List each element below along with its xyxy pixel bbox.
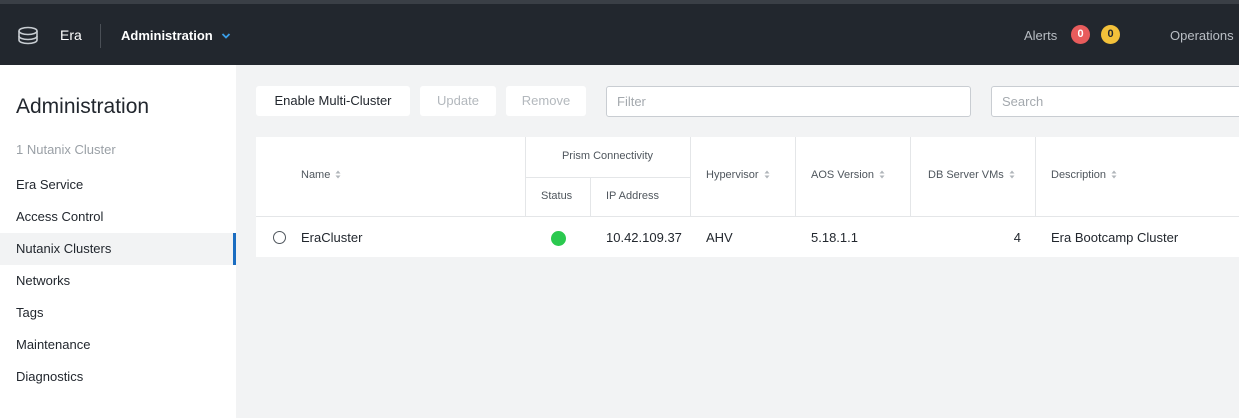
sort-icon[interactable] — [1111, 170, 1117, 179]
column-header-hypervisor[interactable]: Hypervisor — [706, 169, 770, 181]
col-divider — [1035, 137, 1036, 216]
header-bottom-divider — [256, 216, 1239, 217]
column-header-db-server-vms-label: DB Server VMs — [928, 169, 1004, 181]
sidebar-item-tags[interactable]: Tags — [0, 297, 236, 329]
app-name[interactable]: Era — [60, 27, 82, 43]
col-divider — [590, 177, 591, 216]
prism-connectivity-group-header: Prism Connectivity — [561, 150, 654, 162]
cluster-name: EraCluster — [301, 230, 363, 245]
cluster-db-server-vms: 4 — [1013, 230, 1021, 245]
sidebar-item-networks[interactable]: Networks — [0, 265, 236, 297]
cluster-hypervisor: AHV — [706, 230, 733, 245]
col-divider — [795, 137, 796, 216]
cluster-description: Era Bootcamp Cluster — [1051, 230, 1179, 245]
col-divider — [910, 137, 911, 216]
alerts-label[interactable]: Alerts — [1024, 28, 1057, 43]
column-header-name[interactable]: Name — [301, 169, 341, 181]
cluster-ip-address: 10.42.109.37 — [606, 230, 682, 245]
era-logo-icon[interactable] — [17, 25, 39, 47]
sort-icon[interactable] — [1009, 170, 1015, 179]
sidebar-item-nutanix-clusters[interactable]: Nutanix Clusters — [0, 233, 236, 265]
operations-link[interactable]: Operations — [1170, 28, 1234, 43]
sidebar-item-access-control[interactable]: Access Control — [0, 201, 236, 233]
filter-input[interactable] — [606, 86, 971, 117]
update-button[interactable]: Update — [420, 86, 496, 116]
critical-alerts-badge[interactable]: 0 — [1071, 25, 1090, 44]
admin-menu-title[interactable]: Administration — [121, 28, 213, 43]
column-header-name-label: Name — [301, 169, 331, 181]
search-input[interactable] — [991, 86, 1239, 117]
remove-button[interactable]: Remove — [506, 86, 586, 116]
column-header-description-label: Description — [1051, 169, 1107, 181]
cluster-aos-version: 5.18.1.1 — [811, 230, 858, 245]
enable-multi-cluster-button[interactable]: Enable Multi-Cluster — [256, 86, 410, 116]
column-header-db-server-vms[interactable]: DB Server VMs — [928, 169, 1015, 181]
column-header-description[interactable]: Description — [1051, 169, 1117, 181]
sort-icon[interactable] — [879, 170, 885, 179]
row-select-radio[interactable] — [273, 231, 286, 244]
column-header-status: Status — [541, 190, 573, 202]
column-header-ip-address: IP Address — [606, 190, 659, 202]
sort-icon[interactable] — [335, 170, 341, 179]
sidebar: Administration 1 Nutanix Cluster Era Ser… — [0, 65, 236, 418]
column-header-hypervisor-label: Hypervisor — [706, 169, 759, 181]
chevron-down-icon[interactable] — [221, 32, 231, 40]
column-header-aos-version-label: AOS Version — [811, 169, 874, 181]
clusters-table: Name Prism Connectivity Status IP Addres… — [256, 137, 1239, 257]
header-divider — [100, 24, 101, 48]
col-divider — [690, 137, 691, 216]
warning-alerts-badge[interactable]: 0 — [1101, 25, 1120, 44]
group-header-divider — [525, 177, 690, 178]
sidebar-item-maintenance[interactable]: Maintenance — [0, 329, 236, 361]
sidebar-subtitle: 1 Nutanix Cluster — [16, 142, 116, 157]
column-header-aos-version[interactable]: AOS Version — [811, 169, 885, 181]
top-nav-bar: Era Administration Alerts 0 0 Operations — [0, 0, 1239, 65]
sidebar-item-diagnostics[interactable]: Diagnostics — [0, 361, 236, 393]
sidebar-title: Administration — [16, 95, 150, 118]
status-connected-icon — [551, 231, 566, 246]
sort-icon[interactable] — [764, 170, 770, 179]
sidebar-item-era-service[interactable]: Era Service — [0, 169, 236, 201]
